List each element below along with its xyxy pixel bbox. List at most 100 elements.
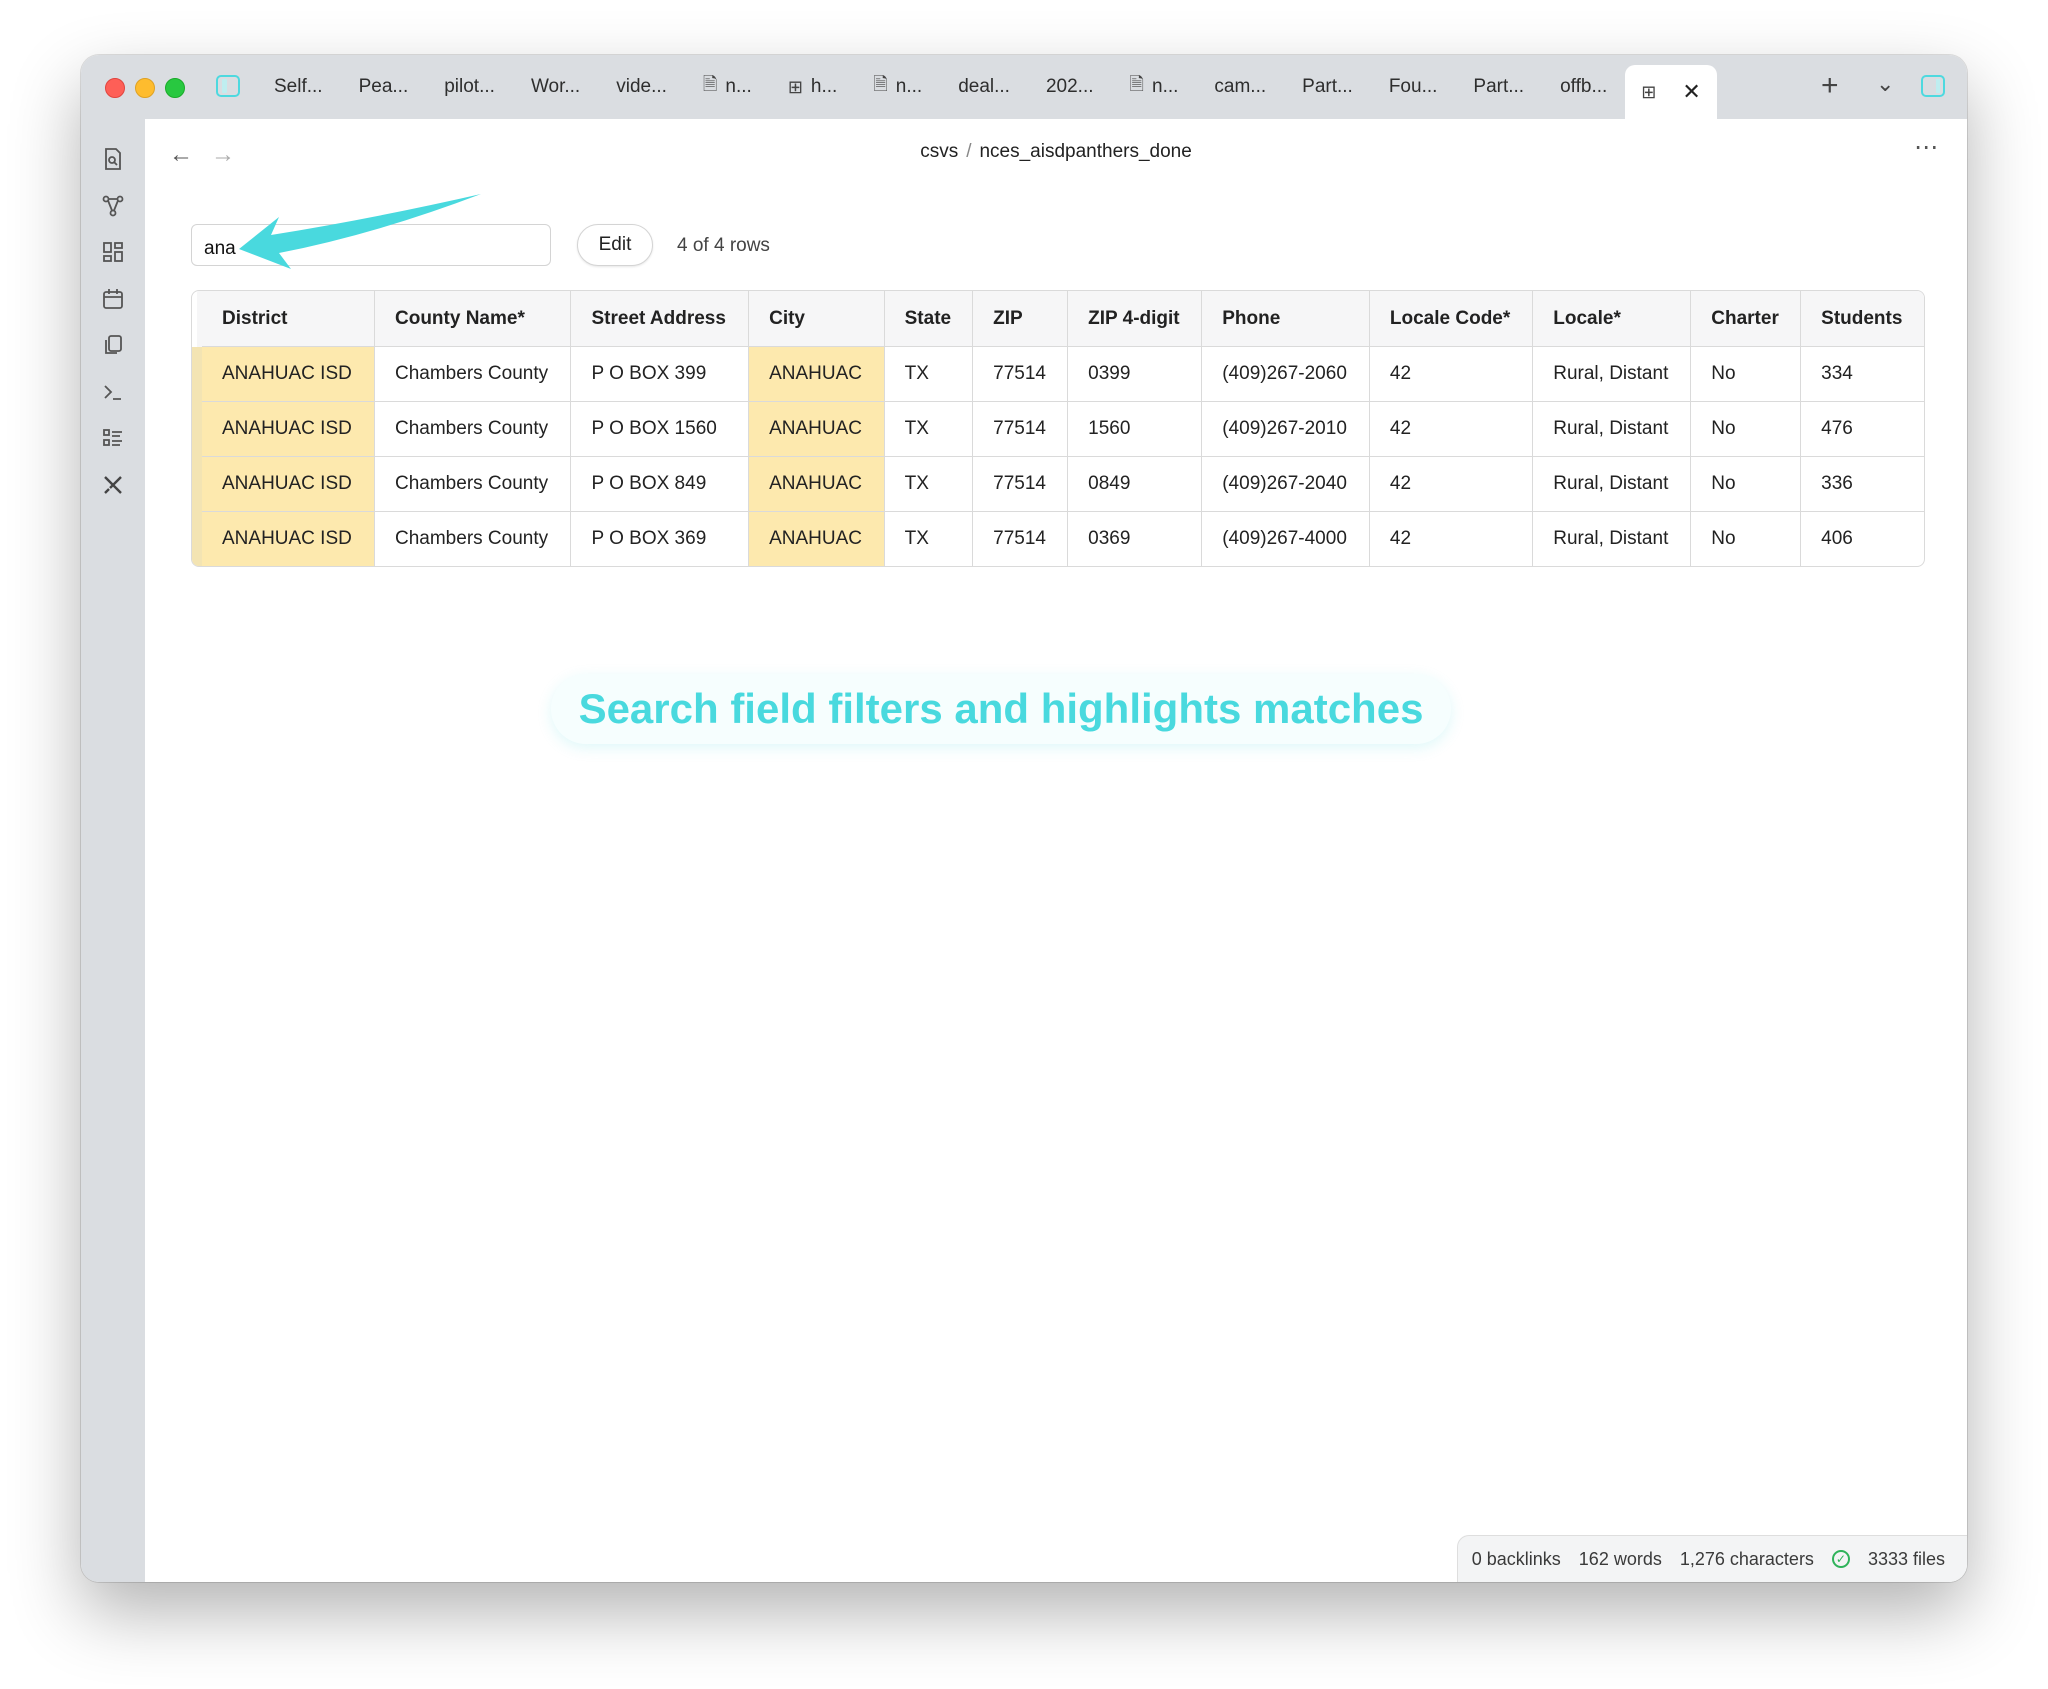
table-cell[interactable]: 42	[1369, 456, 1534, 512]
table-cell[interactable]: 1560	[1067, 401, 1203, 457]
backlinks-count[interactable]: 0 backlinks	[1472, 1549, 1561, 1570]
table-cell[interactable]: No	[1690, 456, 1802, 512]
edit-button[interactable]: Edit	[577, 224, 653, 266]
table-cell[interactable]: ANAHUAC	[748, 511, 885, 566]
new-tab-button[interactable]: +	[1821, 69, 1839, 103]
table-cell[interactable]: 42	[1369, 511, 1534, 566]
copy-icon[interactable]	[101, 333, 125, 357]
breadcrumb-folder[interactable]: csvs	[920, 141, 958, 162]
column-header[interactable]: District	[197, 291, 375, 347]
tab-4[interactable]: vide...	[598, 61, 685, 113]
table-cell[interactable]: Chambers County	[374, 456, 572, 512]
table-row[interactable]: ANAHUAC ISD Chambers County P O BOX 399 ANA…	[192, 346, 1924, 402]
graph-view-icon[interactable]	[101, 194, 125, 218]
breadcrumb-file[interactable]: nces_aisdpanthers_done	[979, 141, 1191, 162]
column-header[interactable]: ZIP	[972, 291, 1069, 347]
table-cell[interactable]: 42	[1369, 401, 1534, 457]
table-cell[interactable]: 77514	[972, 511, 1069, 566]
tab-11[interactable]: cam...	[1196, 61, 1284, 113]
table-cell[interactable]: No	[1690, 511, 1802, 566]
column-header[interactable]: Street Address	[570, 291, 750, 347]
table-cell[interactable]: (409)267-2010	[1201, 401, 1370, 457]
tab-7[interactable]: 🗎 n...	[855, 61, 940, 113]
tab-3[interactable]: Wor...	[513, 61, 598, 113]
tab-9[interactable]: 202...	[1028, 61, 1112, 113]
table-row[interactable]: ANAHUAC ISD Chambers County P O BOX 849 ANA…	[192, 456, 1924, 512]
table-cell[interactable]: Chambers County	[374, 511, 572, 566]
list-icon[interactable]	[101, 426, 125, 450]
column-header[interactable]: Locale*	[1532, 291, 1692, 347]
table-cell[interactable]: ANAHUAC ISD	[192, 346, 375, 402]
tab-5[interactable]: 🗎 n...	[685, 61, 770, 113]
table-cell[interactable]: Rural, Distant	[1532, 456, 1692, 512]
table-cell[interactable]: P O BOX 399	[570, 346, 750, 402]
table-cell[interactable]: Rural, Distant	[1532, 346, 1692, 402]
tab-6[interactable]: ⊞ h...	[770, 61, 856, 113]
tab-15[interactable]: offb...	[1542, 61, 1625, 113]
sync-check-icon[interactable]: ✓	[1831, 1550, 1850, 1568]
table-cell[interactable]: Chambers County	[374, 401, 572, 457]
table-cell[interactable]: P O BOX 369	[570, 511, 750, 566]
column-header[interactable]: Locale Code*	[1369, 291, 1534, 347]
table-cell[interactable]: 334	[1800, 346, 1924, 402]
table-cell[interactable]: ANAHUAC	[748, 456, 885, 512]
table-cell[interactable]: 0369	[1067, 511, 1203, 566]
table-cell[interactable]: P O BOX 1560	[570, 401, 750, 457]
table-cell[interactable]: Chambers County	[374, 346, 572, 402]
column-header[interactable]: Charter	[1690, 291, 1802, 347]
tab-list-chevron-icon[interactable]: ⌄	[1876, 71, 1894, 97]
tab-0[interactable]: Self...	[256, 61, 341, 113]
canvas-icon[interactable]	[101, 240, 125, 264]
table-cell[interactable]: 77514	[972, 346, 1069, 402]
table-cell[interactable]: (409)267-2060	[1201, 346, 1370, 402]
tab-active-csv[interactable]: ⊞ ✕	[1625, 65, 1717, 119]
tools-icon[interactable]	[101, 473, 125, 497]
calendar-icon[interactable]	[101, 287, 125, 311]
table-cell[interactable]: (409)267-2040	[1201, 456, 1370, 512]
table-cell[interactable]: ANAHUAC ISD	[192, 456, 375, 512]
table-cell[interactable]: 0849	[1067, 456, 1203, 512]
table-cell[interactable]: (409)267-4000	[1201, 511, 1370, 566]
table-cell[interactable]: ANAHUAC ISD	[192, 511, 375, 566]
column-header[interactable]: County Name*	[374, 291, 572, 347]
left-sidebar-toggle-icon[interactable]	[216, 75, 240, 97]
tab-8[interactable]: deal...	[940, 61, 1028, 113]
tab-2[interactable]: pilot...	[426, 61, 513, 113]
terminal-icon[interactable]	[101, 380, 125, 404]
right-sidebar-toggle-icon[interactable]	[1921, 75, 1945, 97]
table-cell[interactable]: TX	[884, 346, 974, 402]
column-header[interactable]: ZIP 4-digit	[1067, 291, 1203, 347]
table-cell[interactable]: TX	[884, 511, 974, 566]
table-cell[interactable]: 406	[1801, 512, 1924, 567]
zoom-window-button[interactable]	[165, 78, 185, 98]
table-cell[interactable]: ANAHUAC	[748, 346, 885, 402]
table-cell[interactable]: ANAHUAC ISD	[192, 401, 375, 457]
tab-14[interactable]: Part...	[1455, 61, 1542, 113]
table-cell[interactable]: P O BOX 849	[570, 456, 750, 512]
table-cell[interactable]: 77514	[972, 401, 1069, 457]
table-cell[interactable]: TX	[884, 401, 974, 457]
table-cell[interactable]: TX	[884, 456, 974, 512]
close-window-button[interactable]	[105, 78, 125, 98]
table-row[interactable]: ANAHUAC ISD Chambers County P O BOX 369 ANA…	[192, 511, 1924, 567]
table-cell[interactable]: 42	[1369, 346, 1534, 402]
close-tab-icon[interactable]: ✕	[1682, 79, 1700, 105]
column-header[interactable]: Phone	[1201, 291, 1370, 347]
tab-12[interactable]: Part...	[1284, 61, 1371, 113]
tab-1[interactable]: Pea...	[341, 61, 427, 113]
minimize-window-button[interactable]	[135, 78, 155, 98]
table-cell[interactable]: No	[1690, 401, 1802, 457]
tab-10[interactable]: 🗎 n...	[1112, 61, 1197, 113]
quick-switcher-icon[interactable]	[101, 147, 125, 171]
table-cell[interactable]: Rural, Distant	[1532, 511, 1692, 566]
table-cell[interactable]: 0399	[1067, 346, 1203, 402]
more-options-icon[interactable]: ⋯	[1914, 133, 1939, 162]
table-row[interactable]: ANAHUAC ISD Chambers County P O BOX 1560 AN…	[192, 401, 1924, 457]
column-header[interactable]: City	[748, 291, 885, 347]
table-cell[interactable]: 336	[1800, 456, 1924, 512]
table-cell[interactable]: ANAHUAC	[748, 401, 885, 457]
table-cell[interactable]: No	[1690, 346, 1802, 402]
table-cell[interactable]: Rural, Distant	[1532, 401, 1692, 457]
table-cell[interactable]: 77514	[972, 456, 1069, 512]
table-cell[interactable]: 476	[1800, 401, 1924, 457]
